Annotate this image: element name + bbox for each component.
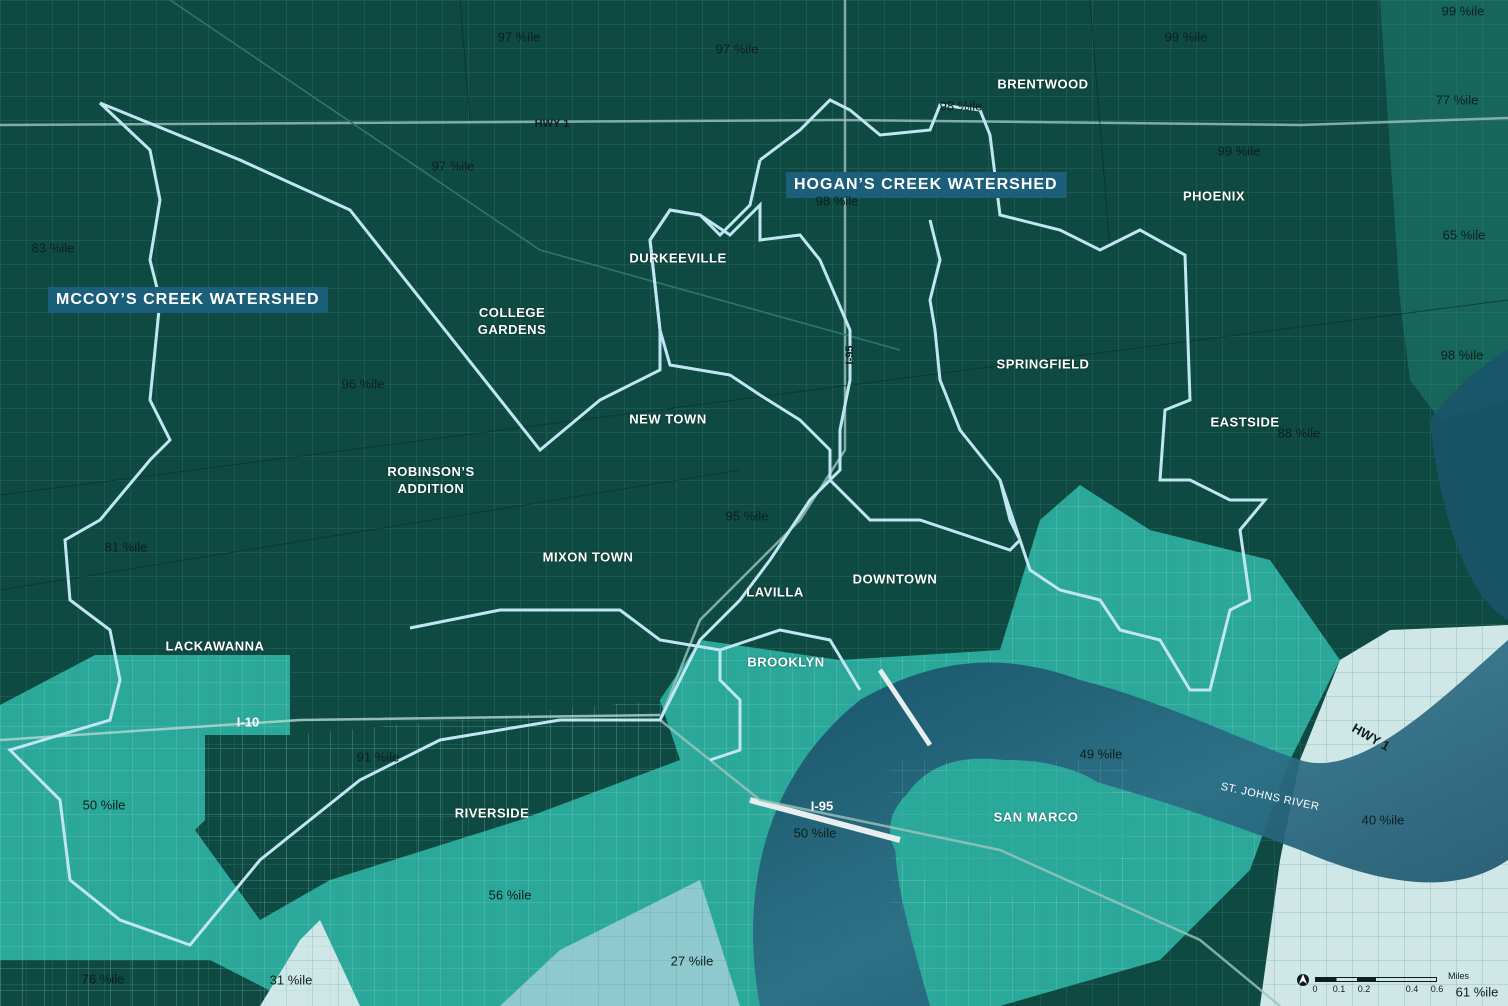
percentile-label: 50 %ile [82,797,126,813]
scale-tick: 0.2 [1357,984,1371,994]
neighborhood-label-durkeeville: DURKEEVILLE [629,250,727,266]
scale-tick: 0.6 [1430,984,1444,994]
scale-tick: 0.4 [1405,984,1419,994]
percentile-label: 49 %ile [1079,746,1123,762]
percentile-label: 97 %ile [431,158,475,174]
mccoys-creek-watershed-label: MCCOY’S CREEK WATERSHED [48,287,328,313]
neighborhood-label-phoenix: PHOENIX [1182,188,1246,204]
percentile-label: 40 %ile [1361,812,1405,828]
percentile-label: 83 %ile [31,240,75,256]
percentile-label: 56 %ile [488,887,532,903]
percentile-label: 88 %ile [1277,425,1321,441]
neighborhood-label-eastside: EASTSIDE [1210,414,1280,430]
percentile-label: 99 %ile [1164,29,1208,45]
map-canvas[interactable] [0,0,1508,1006]
scale-tick: 0 [1312,984,1318,994]
percentile-label: 65 %ile [1442,227,1486,243]
neighborhood-label-riverside: RIVERSIDE [454,805,530,821]
percentile-label: 77 %ile [1435,92,1479,108]
neighborhood-label-lackawanna: LACKAWANNA [165,638,265,654]
scale-tick: 0.1 [1332,984,1346,994]
scale-unit: Miles [1448,971,1470,981]
percentile-label: 98 %ile [939,98,983,114]
percentile-label: 98 %ile [815,193,859,209]
percentile-label: 99 %ile [1441,3,1485,19]
percentile-label: 98 %ile [1440,347,1484,363]
neighborhood-label-mixon-town: MIXON TOWN [542,549,634,565]
neighborhood-label-robinsons-addition: ROBINSON’S ADDITION [387,464,475,496]
percentile-label: 27 %ile [670,953,714,969]
percentile-label: 95 %ile [725,508,769,524]
scale-bar: 0 0.1 0.2 0.4 0.6 Miles [1294,970,1469,1000]
percentile-label: 96 %ile [341,376,385,392]
percentile-label: 99 %ile [1217,143,1261,159]
percentile-label: 81 %ile [104,539,148,555]
percentile-label: 76 %ile [81,971,125,987]
highway-label-hwy1-north: HWY 1 [534,118,570,130]
neighborhood-label-brooklyn: BROOKLYN [747,654,825,670]
neighborhood-label-college-gardens: COLLEGE GARDENS [477,305,547,337]
scale-bar-graphic [1315,977,1437,982]
percentile-label: 97 %ile [715,41,759,57]
neighborhood-label-downtown: DOWNTOWN [852,571,938,587]
percentile-label: 91 %ile [356,749,400,765]
neighborhood-label-lavilla: LAVILLA [746,584,804,600]
highway-label-i95-north: I-95 [844,345,856,365]
percentile-label: 50 %ile [793,825,837,841]
percentile-label: 31 %ile [269,972,313,988]
neighborhood-label-new-town: NEW TOWN [629,411,707,427]
neighborhood-label-brentwood: BRENTWOOD [997,76,1089,92]
highway-label-i95-south: I-95 [810,798,834,814]
neighborhood-label-springfield: SPRINGFIELD [996,356,1090,372]
neighborhood-label-san-marco: SAN MARCO [993,809,1079,825]
highway-label-i10: I-10 [236,714,260,730]
percentile-label: 97 %ile [497,29,541,45]
